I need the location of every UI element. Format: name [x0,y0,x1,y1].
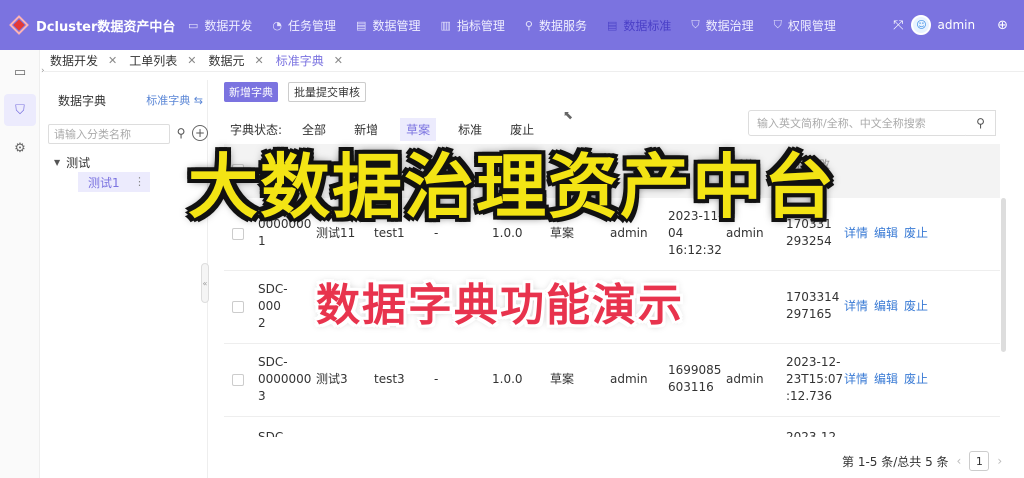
abolish-link[interactable]: 废止 [904,226,928,240]
table-row: SDC- 0000000 3 测试3 test3 - 1.0.0 草案 admin … [224,344,1000,417]
cell-code: SDC- 0000000 3 [258,355,312,403]
status-option-standard[interactable]: 标准 [458,121,482,138]
detail-link[interactable]: 详情 [844,226,868,240]
abolish-link[interactable]: 废止 [904,372,928,386]
batch-submit-button[interactable]: 批量提交审核 [288,82,366,102]
detail-link[interactable]: 详情 [844,372,868,386]
search-button[interactable]: ⚲ [966,110,996,136]
row-checkbox[interactable] [232,374,244,386]
abolish-link[interactable]: 废止 [904,299,928,313]
status-filter-label: 字典状态: [230,123,283,137]
nav-item-data-governance[interactable]: ⛉ 数据治理 [681,0,763,50]
edit-link[interactable]: 编辑 [874,299,898,313]
main-content: 新增字典 批量提交审核 ⬉ 字典状态: 全部 新增 草案 标准 废止 ⚲ 最后修… [208,72,1024,478]
search-icon: ⚲ [976,116,985,130]
monitor-icon: ▭ [188,18,199,32]
dictionary-tree-panel: 数据字典 标准字典 ⇆ ⚲ + ▼测试 测试1 ⋮ [44,80,208,478]
avatar[interactable]: ☺ [911,15,932,35]
tree-switch-link[interactable]: 标准字典 ⇆ [146,92,203,108]
app-title: Dcluster数据资产中台 [36,19,176,35]
tab-data-dev[interactable]: 数据开发 ✕ [44,50,123,72]
cell-modified: 2023-12- [786,430,841,437]
globe-icon[interactable]: ⊕ [997,18,1008,33]
network-icon: ⚲ [524,18,533,32]
shield-icon: ⛉ [773,18,782,31]
category-search-input[interactable] [48,124,170,144]
nav-item-permission-mgmt[interactable]: ⛉ 权限管理 [764,0,846,50]
pagination: 第 1-5 条/总共 5 条 ‹ 1 › [842,451,1010,471]
add-dictionary-button[interactable]: 新增字典 [224,82,278,102]
side-rail: ▭ ⛉ ⚙ [0,50,40,478]
close-icon[interactable]: ✕ [108,54,117,67]
mouse-cursor-icon: ⬉ [563,108,574,122]
top-right-tools: ⤧ ☺ admin ⊕ [885,0,1016,50]
nav-item-data-mgmt[interactable]: ▤ 数据管理 [346,0,430,50]
cell-modified: 2023-12- 23T15:07:12.736 [786,355,844,403]
status-option-all[interactable]: 全部 [302,121,326,138]
add-category-icon[interactable]: + [192,125,208,141]
overlay-subtitle: 数据字典功能演示 [316,280,684,331]
close-icon[interactable]: ✕ [254,54,263,67]
close-icon[interactable]: ✕ [187,54,196,67]
status-option-new[interactable]: 新增 [354,121,378,138]
main-nav: ▭ 数据开发 ◔ 任务管理 ▤ 数据管理 ▥ 指标管理 ⚲ 数据服务 ▤ 数据标准 ⛉ 数据治… [178,0,846,50]
nav-item-task-mgmt[interactable]: ◔ 任务管理 [262,0,346,50]
shield-icon: ⛉ [691,18,700,31]
status-option-draft[interactable]: 草案 [400,118,437,141]
user-name[interactable]: admin [937,18,975,32]
diamond-logo-icon [8,14,30,36]
file-icon: ▤ [606,18,618,32]
top-bar: Dcluster数据资产中台 ▭ 数据开发 ◔ 任务管理 ▤ 数据管理 ▥ 指标管理 ⚲… [0,0,1024,50]
cell-code: SDC- [258,430,288,437]
tab-standard-dict[interactable]: 标准字典 ✕ [270,50,349,72]
dictionary-search-input[interactable] [748,110,968,136]
cell-creator: admin [610,372,648,386]
cell-modified: 1703314 297165 [786,290,840,321]
cell-name: 测试3 [316,372,348,386]
cell-en-name: test3 [374,372,405,386]
app-logo[interactable]: Dcluster数据资产中台 [0,14,178,36]
cell-actions: 详情 编辑 废止 [844,371,934,388]
tree-title: 数据字典 [58,94,107,108]
nav-item-data-dev[interactable]: ▭ 数据开发 [178,0,262,50]
cell-modifier: admin [726,372,764,386]
cell-version: 1.0.0 [492,372,523,386]
cell-actions: 详情 编辑 废止 [844,298,934,315]
overlay-title: 大数据治理资产中台 [188,146,836,228]
status-option-abolished[interactable]: 废止 [510,121,534,138]
page-tabs: 数据开发 ✕ 工单列表 ✕ 数据元 ✕ 标准字典 ✕ [44,50,1024,72]
nav-item-data-service[interactable]: ⚲ 数据服务 [515,0,597,50]
edit-link[interactable]: 编辑 [874,226,898,240]
page-number-button[interactable]: 1 [969,451,990,471]
document-icon: ▤ [356,18,367,32]
next-page-icon[interactable]: › [997,454,1002,468]
row-checkbox[interactable] [232,228,244,240]
table-row: SDC- 2023-12- [224,417,1000,437]
edit-link[interactable]: 编辑 [874,372,898,386]
rail-shield-icon[interactable]: ⛉ [4,94,36,126]
pagination-summary: 第 1-5 条/总共 5 条 [842,454,949,469]
fullscreen-icon[interactable]: ⤧ [893,18,903,33]
close-icon[interactable]: ✕ [334,54,343,67]
search-icon[interactable]: ⚲ [172,124,190,142]
tab-data-element[interactable]: 数据元 ✕ [202,50,269,72]
clock-icon: ◔ [272,18,283,32]
nav-item-metric-mgmt[interactable]: ▥ 指标管理 [430,0,514,50]
detail-link[interactable]: 详情 [844,299,868,313]
rail-monitor-icon[interactable]: ▭ [4,56,36,88]
bar-chart-icon: ▥ [440,18,451,32]
tab-ticket-list[interactable]: 工单列表 ✕ [123,50,202,72]
prev-page-icon[interactable]: ‹ [957,454,962,468]
cell-created: 1699085 603116 [668,363,722,394]
status-filter: 字典状态: 全部 新增 草案 标准 废止 [230,118,562,141]
nav-item-data-standard[interactable]: ▤ 数据标准 [597,0,681,50]
cell-desc: - [434,372,439,386]
cell-status: 草案 [550,372,575,386]
